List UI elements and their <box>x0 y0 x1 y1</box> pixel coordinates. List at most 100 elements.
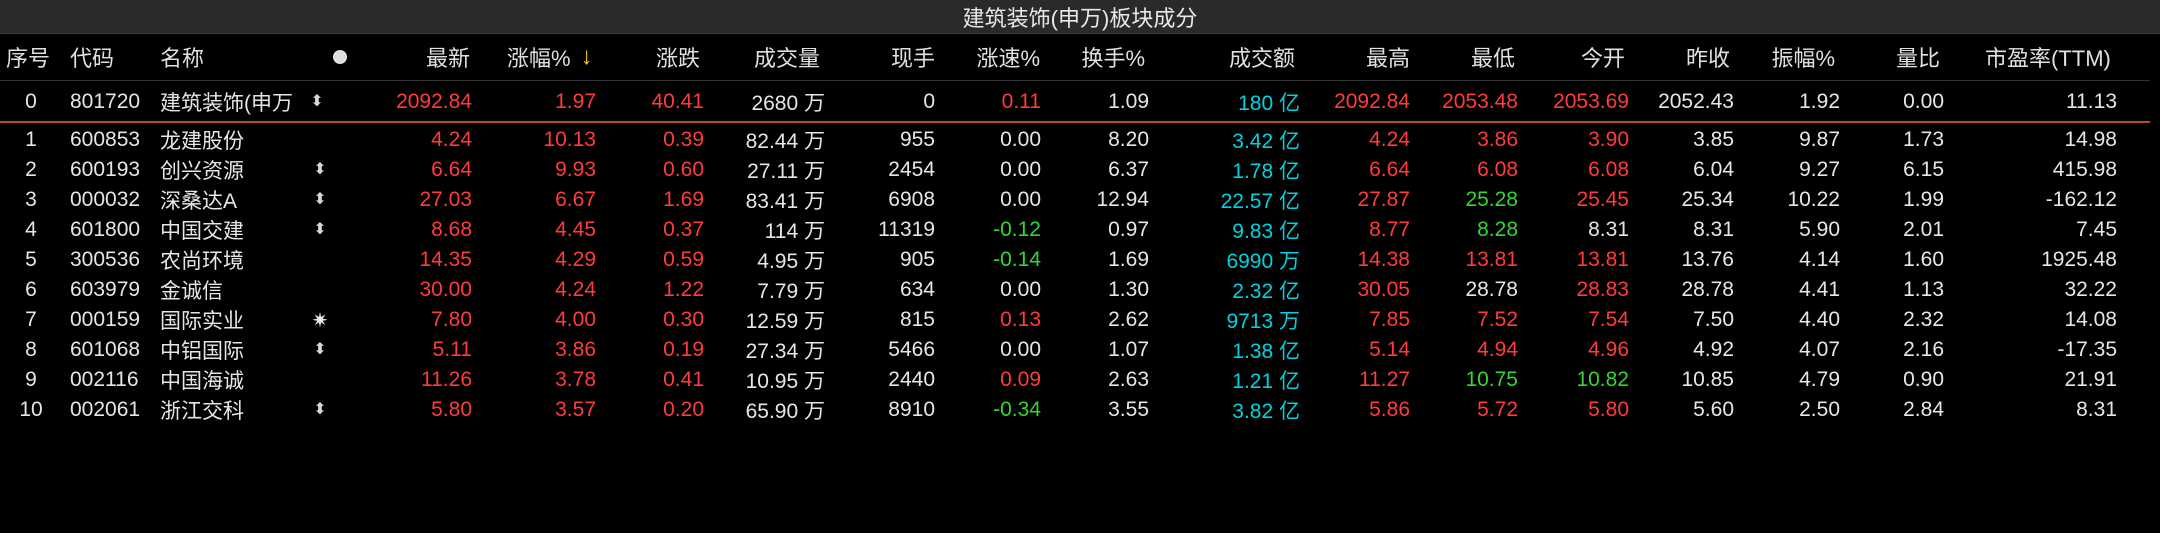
table-row[interactable]: 4 601800 中国交建 8.68 4.45 0.37 114 万 11319 -0.12 0.… <box>0 215 2160 245</box>
cell-change-pct: 1.97 <box>555 90 596 113</box>
cell-code: 603979 <box>70 278 141 301</box>
cell-low: 10.75 <box>1465 368 1518 391</box>
header-prev-close[interactable]: 昨收 <box>1630 34 1730 80</box>
cell-amplitude: 4.79 <box>1799 368 1840 391</box>
header-pe[interactable]: 市盈率(TTM) <box>1985 34 2150 80</box>
cell-code: 600853 <box>70 128 141 151</box>
cell-volume: 12.59 万 <box>745 310 825 333</box>
header-name[interactable]: 名称 <box>160 34 280 80</box>
window-title: 建筑装饰(申万)板块成分 <box>0 0 2160 34</box>
table-row[interactable]: 8 601068 中铝国际 5.11 3.86 0.19 27.34 万 5466 0.00 1.… <box>0 335 2160 365</box>
sun-icon: ✷ <box>308 305 332 335</box>
header-low[interactable]: 最低 <box>1415 34 1515 80</box>
header-vol-ratio[interactable]: 量比 <box>1840 34 1940 80</box>
cell-cur-vol: 2454 <box>888 158 935 181</box>
header-amplitude[interactable]: 振幅% <box>1735 34 1835 80</box>
cell-name: 龙建股份 <box>160 130 244 153</box>
cell-low: 8.28 <box>1477 218 1518 241</box>
updown-arrows-icon-glyph: ⬍ <box>313 341 327 358</box>
cell-amount: 9713 万 <box>1226 310 1300 333</box>
cell-name: 国际实业 <box>160 310 244 333</box>
cell-seq: 7 <box>25 308 37 331</box>
table-row[interactable]: 1 600853 龙建股份 4.24 10.13 0.39 82.44 万 955 0.00 8.… <box>0 125 2160 155</box>
table-row[interactable]: 2 600193 创兴资源 6.64 9.93 0.60 27.11 万 2454 0.00 6.… <box>0 155 2160 185</box>
cell-low: 4.94 <box>1477 338 1518 361</box>
cell-speed: -0.34 <box>993 398 1041 421</box>
cell-prev-close: 13.76 <box>1681 248 1734 271</box>
cell-speed: 0.00 <box>1000 158 1041 181</box>
header-speed[interactable]: 涨速% <box>935 34 1040 80</box>
updown-arrows-icon-glyph: ⬍ <box>313 191 327 208</box>
cell-code: 002116 <box>70 368 139 391</box>
cell-code: 801720 <box>70 90 141 113</box>
cell-low: 2053.48 <box>1442 90 1518 113</box>
table-row[interactable]: 7 000159 国际实业 7.80 4.00 0.30 12.59 万 815 0.13 2.6… <box>0 305 2160 335</box>
header-open[interactable]: 今开 <box>1525 34 1625 80</box>
cell-high: 27.87 <box>1357 188 1410 211</box>
cell-seq: 3 <box>25 188 37 211</box>
cell-prev-close: 25.34 <box>1681 188 1734 211</box>
header-code[interactable]: 代码 <box>70 34 150 80</box>
cell-volume: 27.34 万 <box>745 340 825 363</box>
updown-arrows-icon: ⬍ <box>308 395 332 425</box>
header-high[interactable]: 最高 <box>1310 34 1410 80</box>
cell-amplitude: 10.22 <box>1787 188 1840 211</box>
cell-vol-ratio: 1.73 <box>1903 128 1944 151</box>
cell-change-pct: 3.86 <box>555 338 596 361</box>
updown-arrows-icon-glyph: ⬍ <box>313 161 327 178</box>
table-row[interactable]: 6 603979 金诚信 30.00 4.24 1.22 7.79 万 634 0.00 1.30… <box>0 275 2160 305</box>
cell-change: 0.30 <box>663 308 704 331</box>
cell-latest: 14.35 <box>419 248 472 271</box>
cell-cur-vol: 2440 <box>888 368 935 391</box>
cell-prev-close: 2052.43 <box>1658 90 1734 113</box>
header-turnover[interactable]: 换手% <box>1045 34 1145 80</box>
updown-arrows-icon-glyph: ⬍ <box>310 93 324 110</box>
cell-change-pct: 4.24 <box>555 278 596 301</box>
cell-cur-vol: 6908 <box>888 188 935 211</box>
cell-seq: 0 <box>25 90 37 113</box>
header-cur-vol[interactable]: 现手 <box>835 34 935 80</box>
sort-desc-arrow-icon[interactable]: ↓ <box>581 43 593 71</box>
cell-change-pct: 4.29 <box>555 248 596 271</box>
cell-high: 8.77 <box>1369 218 1410 241</box>
header-latest[interactable]: 最新 <box>370 34 470 80</box>
cell-amount: 3.82 亿 <box>1232 400 1300 423</box>
cell-amplitude: 9.27 <box>1799 158 1840 181</box>
dot-icon <box>333 50 347 64</box>
header-dot-column[interactable] <box>325 34 355 80</box>
cell-volume: 83.41 万 <box>745 190 825 213</box>
cell-seq: 4 <box>25 218 37 241</box>
cell-open: 6.08 <box>1588 158 1629 181</box>
table-row[interactable]: 0 801720 建筑装饰(申万 2092.84 1.97 40.41 2680 万 0 0.1… <box>0 83 2160 123</box>
table-row[interactable]: 10 002061 浙江交科 5.80 3.57 0.20 65.90 万 8910 -0.34… <box>0 395 2160 425</box>
cell-amount: 6990 万 <box>1226 250 1300 273</box>
cell-code: 601800 <box>70 218 141 241</box>
header-volume[interactable]: 成交量 <box>720 34 820 80</box>
cell-speed: 0.09 <box>1000 368 1041 391</box>
cell-change: 40.41 <box>651 90 704 113</box>
cell-cur-vol: 955 <box>899 128 935 151</box>
cell-low: 5.72 <box>1477 398 1518 421</box>
header-amount[interactable]: 成交额 <box>1190 34 1295 80</box>
cell-pe: 14.98 <box>2064 128 2117 151</box>
header-change-pct-label: 涨幅% <box>507 46 571 71</box>
cell-vol-ratio: 6.15 <box>1903 158 1944 181</box>
scrollbar-edge[interactable] <box>2150 34 2160 533</box>
header-seq[interactable]: 序号 <box>6 34 66 80</box>
header-change[interactable]: 涨跌 <box>600 34 700 80</box>
cell-latest: 6.64 <box>431 158 472 181</box>
cell-latest: 5.11 <box>432 338 472 361</box>
cell-volume: 10.95 万 <box>745 370 825 393</box>
cell-pe: 1925.48 <box>2041 248 2117 271</box>
table-row[interactable]: 5 300536 农尚环境 14.35 4.29 0.59 4.95 万 905 -0.14 1.… <box>0 245 2160 275</box>
cell-vol-ratio: 2.84 <box>1903 398 1944 421</box>
cell-low: 3.86 <box>1477 128 1518 151</box>
cell-low: 6.08 <box>1477 158 1518 181</box>
cell-name: 深桑达A <box>160 190 238 213</box>
cell-prev-close: 8.31 <box>1693 218 1734 241</box>
table-row[interactable]: 3 000032 深桑达A 27.03 6.67 1.69 83.41 万 6908 0.00 1… <box>0 185 2160 215</box>
table-row[interactable]: 9 002116 中国海诚 11.26 3.78 0.41 10.95 万 2440 0.09 2… <box>0 365 2160 395</box>
updown-arrows-icon: ⬍ <box>305 83 329 121</box>
cell-prev-close: 3.85 <box>1693 128 1734 151</box>
cell-latest: 5.80 <box>431 398 472 421</box>
